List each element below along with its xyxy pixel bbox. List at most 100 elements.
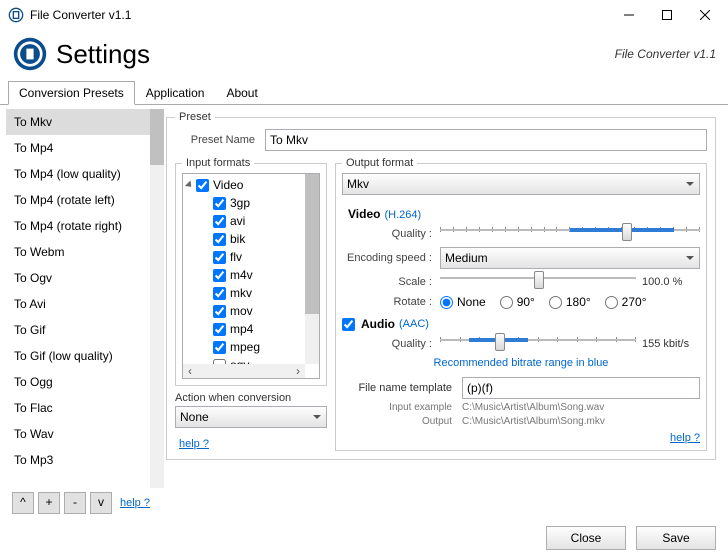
scale-value: 100.0 % <box>642 276 700 288</box>
list-item[interactable]: To Gif <box>6 317 164 343</box>
preset-group: Preset Preset Name Input formats Video 3… <box>166 111 716 460</box>
help-link[interactable]: help ? <box>120 497 150 509</box>
app-version: File Converter v1.1 <box>615 47 716 61</box>
title-bar: File Converter v1.1 <box>0 0 728 30</box>
tree-checkbox[interactable] <box>213 251 226 264</box>
tree-item: mkv <box>230 286 252 300</box>
rotate-label: Rotate : <box>342 296 440 308</box>
remove-preset-button[interactable]: - <box>64 492 86 514</box>
video-section-label: Video <box>348 207 380 221</box>
rotate-90-radio[interactable]: 90° <box>500 295 535 309</box>
list-item[interactable]: To Mp4 <box>6 135 164 161</box>
audio-quality-value: 155 kbit/s <box>642 338 700 350</box>
tree-item: flv <box>230 250 242 264</box>
scrollbar-thumb[interactable] <box>305 174 319 314</box>
audio-quality-label: Quality : <box>342 338 440 350</box>
filename-template-label: File name template <box>342 382 462 394</box>
action-select[interactable]: None <box>175 406 327 428</box>
save-button[interactable]: Save <box>636 526 716 550</box>
help-link[interactable]: help ? <box>179 438 209 450</box>
tab-bar: Conversion Presets Application About <box>0 80 728 105</box>
tree-checkbox[interactable] <box>213 287 226 300</box>
page-title: Settings <box>56 39 615 70</box>
input-formats-group: Input formats Video 3gp avi bik flv m4v … <box>175 157 327 386</box>
tree-item: mov <box>230 304 253 318</box>
output-example-label: Output <box>342 416 462 427</box>
app-icon <box>8 7 24 23</box>
window-title: File Converter v1.1 <box>30 8 610 22</box>
encoding-speed-select[interactable]: Medium <box>440 247 700 269</box>
list-item[interactable]: To Gif (low quality) <box>6 343 164 369</box>
close-button[interactable] <box>686 1 724 29</box>
header: Settings File Converter v1.1 <box>0 30 728 80</box>
output-format-legend: Output format <box>342 157 417 169</box>
list-item[interactable]: To Mkv <box>6 109 164 135</box>
tree-checkbox[interactable] <box>213 323 226 336</box>
preset-list[interactable]: To Mkv To Mp4 To Mp4 (low quality) To Mp… <box>6 109 164 488</box>
list-item[interactable]: To Mp4 (rotate left) <box>6 187 164 213</box>
tree-checkbox[interactable] <box>213 197 226 210</box>
tree-item: mp4 <box>230 322 253 336</box>
video-quality-label: Quality : <box>342 228 440 240</box>
footer: Close Save <box>0 518 728 558</box>
tab-conversion-presets[interactable]: Conversion Presets <box>8 81 135 105</box>
maximize-button[interactable] <box>648 1 686 29</box>
rotate-none-radio[interactable]: None <box>440 295 486 309</box>
scrollbar[interactable] <box>150 109 164 488</box>
rotate-180-radio[interactable]: 180° <box>549 295 591 309</box>
filename-template-input[interactable] <box>462 377 700 399</box>
preset-sidebar: To Mkv To Mp4 To Mp4 (low quality) To Mp… <box>0 105 164 518</box>
rotate-270-radio[interactable]: 270° <box>605 295 647 309</box>
bitrate-note: Recommended bitrate range in blue <box>342 357 700 369</box>
list-item[interactable]: To Mp4 (rotate right) <box>6 213 164 239</box>
output-format-select[interactable]: Mkv <box>342 173 700 195</box>
app-logo-icon <box>12 36 48 72</box>
audio-codec-label: (AAC) <box>399 318 429 330</box>
list-item[interactable]: To Flac <box>6 395 164 421</box>
video-quality-slider[interactable] <box>440 225 700 243</box>
move-up-button[interactable]: ^ <box>12 492 34 514</box>
minimize-button[interactable] <box>610 1 648 29</box>
tree-item: mpeg <box>230 340 260 354</box>
list-item[interactable]: To Webm <box>6 239 164 265</box>
tree-item: 3gp <box>230 196 250 210</box>
list-item[interactable]: To Ogg <box>6 369 164 395</box>
tab-application[interactable]: Application <box>135 81 216 105</box>
collapse-icon[interactable] <box>185 180 194 189</box>
video-codec-label: (H.264) <box>384 209 421 221</box>
preset-name-input[interactable] <box>265 129 707 151</box>
tree-item: avi <box>230 214 245 228</box>
audio-checkbox[interactable] <box>342 318 355 331</box>
preset-name-label: Preset Name <box>175 134 265 146</box>
input-formats-legend: Input formats <box>182 157 254 169</box>
scale-label: Scale : <box>342 276 440 288</box>
preset-legend: Preset <box>175 111 215 123</box>
encoding-speed-label: Encoding speed : <box>342 252 440 264</box>
format-tree[interactable]: Video 3gp avi bik flv m4v mkv mov mp4 mp… <box>182 173 320 379</box>
move-down-button[interactable]: v <box>90 492 112 514</box>
tree-checkbox[interactable] <box>213 341 226 354</box>
scrollbar-thumb[interactable] <box>150 109 164 165</box>
tree-checkbox[interactable] <box>213 233 226 246</box>
close-button[interactable]: Close <box>546 526 626 550</box>
tree-checkbox[interactable] <box>196 179 209 192</box>
audio-quality-slider[interactable] <box>440 335 636 353</box>
tree-checkbox[interactable] <box>213 215 226 228</box>
list-item[interactable]: To Avi <box>6 291 164 317</box>
list-item[interactable]: To Mp4 (low quality) <box>6 161 164 187</box>
add-preset-button[interactable]: + <box>38 492 60 514</box>
scale-slider[interactable] <box>440 273 636 291</box>
h-scrollbar[interactable]: ‹› <box>183 364 305 378</box>
output-format-group: Output format Mkv Video (H.264) Quality : <box>335 157 707 451</box>
help-link[interactable]: help ? <box>670 432 700 444</box>
tree-root-label: Video <box>213 178 243 192</box>
input-example-value: C:\Music\Artist\Album\Song.wav <box>462 402 604 413</box>
tree-item: bik <box>230 232 245 246</box>
list-item[interactable]: To Ogv <box>6 265 164 291</box>
list-item[interactable]: To Wav <box>6 421 164 447</box>
tree-checkbox[interactable] <box>213 269 226 282</box>
tree-checkbox[interactable] <box>213 305 226 318</box>
list-item[interactable]: To Mp3 <box>6 447 164 473</box>
tab-about[interactable]: About <box>215 81 268 105</box>
output-example-value: C:\Music\Artist\Album\Song.mkv <box>462 416 605 427</box>
